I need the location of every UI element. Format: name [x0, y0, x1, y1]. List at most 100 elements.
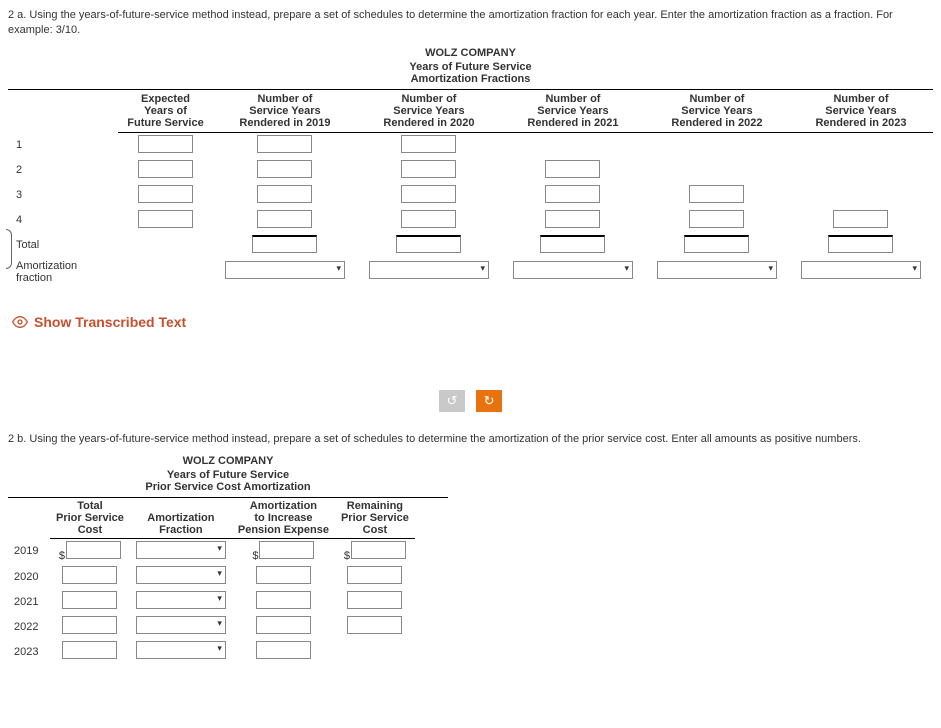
col-h: Pension Expense [238, 524, 329, 536]
fraction-select[interactable] [136, 616, 226, 634]
input-cell[interactable] [62, 641, 117, 659]
input-cell[interactable] [347, 616, 402, 634]
input-cell[interactable] [256, 641, 311, 659]
input-cell[interactable] [257, 160, 312, 178]
col-h: Rendered in 2020 [383, 117, 474, 129]
table-row: 2019 $ $ $ [8, 539, 415, 565]
fraction-select[interactable] [513, 261, 633, 279]
show-transcribed-button[interactable]: Show Transcribed Text [12, 314, 933, 330]
input-cell[interactable] [545, 185, 600, 203]
input-cell[interactable] [138, 185, 193, 203]
question-2b-text: 2 b. Using the years-of-future-service m… [8, 432, 933, 447]
col-h: Cost [78, 524, 102, 536]
fraction-select[interactable] [136, 566, 226, 584]
subtitle-2b-1: Years of Future Service [8, 469, 448, 481]
input-cell[interactable] [401, 185, 456, 203]
fraction-select[interactable] [136, 541, 226, 559]
company-name: WOLZ COMPANY [8, 47, 933, 59]
input-cell[interactable] [62, 566, 117, 584]
input-cell[interactable] [401, 160, 456, 178]
table-row: 3 [8, 183, 933, 208]
input-cell[interactable] [256, 591, 311, 609]
table-row: 2021 [8, 589, 415, 614]
input-cell[interactable] [256, 566, 311, 584]
input-cell[interactable] [401, 135, 456, 153]
total-cell[interactable] [540, 235, 605, 253]
table-2a: ExpectedYears ofFuture Service Number of… [8, 89, 933, 286]
table-2b: TotalPrior ServiceCost AmortizationFract… [8, 497, 448, 664]
col-h: to Increase [254, 512, 312, 524]
input-cell[interactable] [62, 591, 117, 609]
subtitle-2b-2: Prior Service Cost Amortization [8, 481, 448, 493]
row-label: 3 [8, 183, 118, 208]
input-cell[interactable] [62, 616, 117, 634]
input-cell[interactable] [545, 210, 600, 228]
input-cell[interactable] [347, 591, 402, 609]
input-cell[interactable] [257, 135, 312, 153]
input-cell[interactable] [259, 541, 314, 559]
eye-icon [12, 314, 28, 330]
row-label: 2020 [8, 564, 50, 589]
col-h: Service Years [537, 105, 608, 117]
input-cell[interactable] [138, 210, 193, 228]
fraction-select[interactable] [801, 261, 921, 279]
col-h: Number of [401, 93, 456, 105]
undo-button[interactable]: ↺ [439, 390, 465, 412]
row-label: 2023 [8, 639, 50, 664]
fraction-select[interactable] [136, 641, 226, 659]
col-h: Prior Service [341, 512, 409, 524]
col-h: Prior Service [56, 512, 124, 524]
table-row-total: Total [8, 233, 933, 258]
table-row: 4 [8, 208, 933, 233]
col-h: Number of [545, 93, 600, 105]
input-cell[interactable] [257, 210, 312, 228]
col-h: Rendered in 2019 [239, 117, 330, 129]
table-row: 1 [8, 132, 933, 158]
input-cell[interactable] [689, 185, 744, 203]
col-h: Expected [141, 93, 190, 105]
redo-button[interactable]: ↻ [476, 390, 502, 412]
nav-buttons: ↺ ↻ [8, 390, 933, 412]
row-label: Total [8, 233, 118, 258]
show-transcribed-label: Show Transcribed Text [34, 314, 186, 330]
col-h: Amortization [147, 512, 214, 524]
row-label: Amortization fraction [8, 258, 118, 286]
input-cell[interactable] [689, 210, 744, 228]
dollar-sign: $ [344, 550, 351, 562]
fraction-select[interactable] [136, 591, 226, 609]
fraction-select[interactable] [225, 261, 345, 279]
subtitle-1: Years of Future Service [8, 61, 933, 73]
col-h: Cost [363, 524, 387, 536]
input-cell[interactable] [401, 210, 456, 228]
company-name-2: WOLZ COMPANY [8, 455, 448, 467]
input-cell[interactable] [257, 185, 312, 203]
input-cell[interactable] [138, 135, 193, 153]
dollar-sign: $ [59, 550, 66, 562]
col-h: Rendered in 2021 [527, 117, 618, 129]
row-label: 4 [8, 208, 118, 233]
col-h: Future Service [127, 117, 203, 129]
table-row-fraction: Amortization fraction [8, 258, 933, 286]
total-cell[interactable] [684, 235, 749, 253]
total-cell[interactable] [396, 235, 461, 253]
table-row: 2023 [8, 639, 415, 664]
input-cell[interactable] [138, 160, 193, 178]
col-h: Amortization [250, 500, 317, 512]
input-cell[interactable] [545, 160, 600, 178]
fraction-select[interactable] [657, 261, 777, 279]
input-cell[interactable] [256, 616, 311, 634]
input-cell[interactable] [66, 541, 121, 559]
input-cell[interactable] [351, 541, 406, 559]
col-h: Rendered in 2022 [671, 117, 762, 129]
col-h: Number of [833, 93, 888, 105]
row-label: 2022 [8, 614, 50, 639]
total-cell[interactable] [252, 235, 317, 253]
col-h: Fraction [159, 524, 202, 536]
total-cell[interactable] [828, 235, 893, 253]
col-h: Service Years [249, 105, 320, 117]
input-cell[interactable] [833, 210, 888, 228]
row-label: 1 [8, 132, 118, 158]
col-h: Rendered in 2023 [815, 117, 906, 129]
fraction-select[interactable] [369, 261, 489, 279]
input-cell[interactable] [347, 566, 402, 584]
